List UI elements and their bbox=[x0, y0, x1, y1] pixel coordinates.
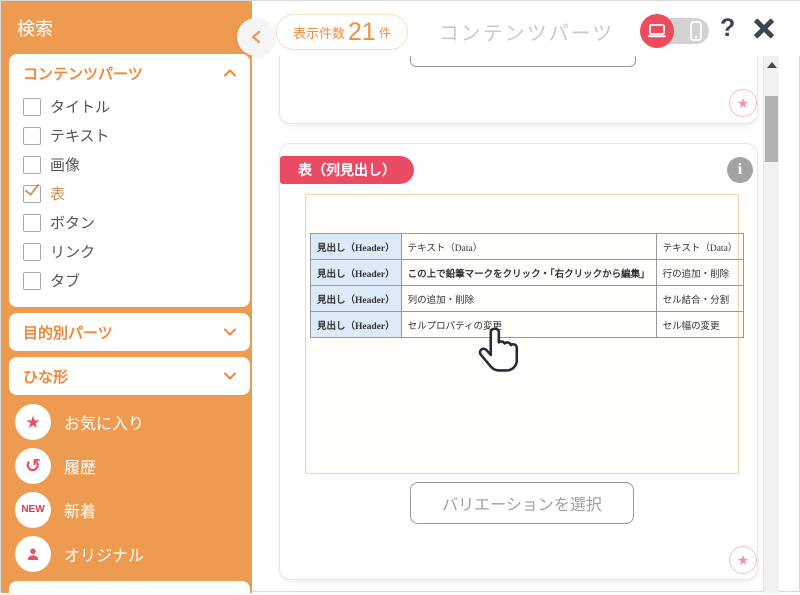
checkbox-label: タイトル bbox=[50, 96, 110, 117]
sidebar-bottom-panel bbox=[9, 581, 250, 595]
part-card-table-column-header: 表（列見出し） i 見出し（Header）テキスト（Data）テキスト（Data… bbox=[279, 143, 758, 580]
checkbox-label: 表 bbox=[50, 183, 65, 204]
section-content-parts-header[interactable]: コンテンツパーツ bbox=[9, 54, 250, 92]
table-data-cell: セル結合・分割 bbox=[656, 286, 744, 312]
sidebar-item-new[interactable]: NEW 新着 bbox=[15, 492, 252, 528]
table-data-cell: セルプロパティの変更 bbox=[401, 312, 656, 338]
variation-select-button[interactable]: バリエーションを選択 bbox=[410, 482, 634, 524]
close-button[interactable] bbox=[753, 18, 775, 40]
checkbox-icon[interactable] bbox=[23, 98, 41, 116]
table-data-cell: セル幅の変更 bbox=[656, 312, 744, 338]
chevron-left-icon bbox=[251, 30, 261, 44]
checkbox-icon[interactable] bbox=[23, 272, 41, 290]
checkbox-item-text[interactable]: テキスト bbox=[9, 121, 250, 150]
section-label: 目的別パーツ bbox=[23, 322, 113, 343]
sidebar-item-label: オリジナル bbox=[64, 542, 144, 566]
checkbox-icon[interactable] bbox=[23, 156, 41, 174]
chevron-up-icon[interactable] bbox=[224, 69, 236, 77]
preview-table: 見出し（Header）テキスト（Data）テキスト（Data）見出し（Heade… bbox=[310, 233, 744, 338]
checkbox-label: タブ bbox=[50, 270, 80, 291]
checkbox-item-link[interactable]: リンク bbox=[9, 237, 250, 266]
content-parts-dialog: 検索 コンテンツパーツ タイトルテキスト画像表ボタンリンクタブ 目的別パーツ bbox=[0, 0, 800, 592]
checkbox-list: タイトルテキスト画像表ボタンリンクタブ bbox=[9, 92, 250, 295]
table-header-cell: 見出し（Header） bbox=[311, 286, 402, 312]
table-row: 見出し（Header）セルプロパティの変更セル幅の変更 bbox=[311, 312, 744, 338]
sidebar-item-label: お気に入り bbox=[64, 410, 144, 434]
count-label: 表示件数 bbox=[293, 23, 345, 42]
favorite-button[interactable]: ★ bbox=[729, 546, 757, 574]
checkbox-label: ボタン bbox=[50, 212, 95, 233]
scrollbar-thumb[interactable] bbox=[765, 96, 778, 162]
mobile-icon[interactable] bbox=[689, 19, 703, 43]
chevron-down-icon[interactable] bbox=[224, 372, 236, 380]
section-label: コンテンツパーツ bbox=[23, 63, 143, 84]
table-header-cell: 見出し（Header） bbox=[311, 312, 402, 338]
section-templates: ひな形 bbox=[9, 357, 250, 395]
display-count-pill: 表示件数 21 件 bbox=[276, 14, 408, 50]
part-preview[interactable]: 見出し（Header）テキスト（Data）テキスト（Data）見出し（Heade… bbox=[305, 194, 739, 474]
table-header-cell: 見出し（Header） bbox=[311, 234, 402, 260]
checkbox-item-table[interactable]: 表 bbox=[9, 179, 250, 208]
table-row: 見出し（Header）この上で鉛筆マークをクリック・「右クリックから編集」行の追… bbox=[311, 260, 744, 286]
section-purpose-parts: 目的別パーツ bbox=[9, 313, 250, 351]
person-icon bbox=[15, 536, 51, 572]
info-button[interactable]: i bbox=[727, 157, 753, 183]
table-data-cell: 行の追加・削除 bbox=[656, 260, 744, 286]
section-purpose-parts-header[interactable]: 目的別パーツ bbox=[9, 313, 250, 351]
star-icon: ★ bbox=[737, 552, 750, 569]
checkbox-icon[interactable] bbox=[23, 127, 41, 145]
sidebar-title: 検索 bbox=[17, 15, 53, 41]
count-value: 21 bbox=[348, 20, 376, 45]
scrollbar[interactable] bbox=[763, 56, 779, 593]
section-templates-header[interactable]: ひな形 bbox=[9, 357, 250, 395]
checkbox-checked-icon[interactable] bbox=[23, 185, 41, 203]
search-sidebar: 検索 コンテンツパーツ タイトルテキスト画像表ボタンリンクタブ 目的別パーツ bbox=[1, 1, 252, 593]
checkbox-item-image[interactable]: 画像 bbox=[9, 150, 250, 179]
checkbox-icon[interactable] bbox=[23, 243, 41, 261]
help-button[interactable]: ? bbox=[720, 14, 735, 43]
favorite-button[interactable]: ★ bbox=[729, 89, 757, 117]
checkbox-item-title[interactable]: タイトル bbox=[9, 92, 250, 121]
sidebar-item-history[interactable]: ↺ 履歴 bbox=[15, 448, 252, 484]
sidebar-collapse-button[interactable] bbox=[237, 18, 275, 56]
table-data-cell: テキスト（Data） bbox=[401, 234, 656, 260]
count-unit: 件 bbox=[379, 24, 391, 41]
sidebar-item-label: 新着 bbox=[64, 498, 96, 522]
sidebar-item-original[interactable]: オリジナル bbox=[15, 536, 252, 572]
sidebar-menu: ★ お気に入り ↺ 履歴 NEW 新着オリジナル bbox=[1, 404, 252, 580]
table-data-cell: テキスト（Data） bbox=[656, 234, 744, 260]
desktop-icon bbox=[647, 23, 667, 39]
hand-cursor-icon bbox=[478, 326, 520, 378]
checkbox-label: リンク bbox=[50, 241, 95, 262]
desktop-toggle-button[interactable] bbox=[640, 14, 674, 48]
sidebar-item-label: 履歴 bbox=[64, 454, 96, 478]
chevron-down-icon[interactable] bbox=[224, 328, 236, 336]
preview-table-body: 見出し（Header）テキスト（Data）テキスト（Data）見出し（Heade… bbox=[311, 234, 744, 338]
table-data-cell: この上で鉛筆マークをクリック・「右クリックから編集」 bbox=[401, 260, 656, 286]
checkbox-label: テキスト bbox=[50, 125, 110, 146]
section-content-parts: コンテンツパーツ タイトルテキスト画像表ボタンリンクタブ bbox=[9, 54, 250, 307]
checkbox-item-tab[interactable]: タブ bbox=[9, 266, 250, 295]
history-icon: ↺ bbox=[15, 448, 51, 484]
checkbox-item-button[interactable]: ボタン bbox=[9, 208, 250, 237]
checkbox-icon[interactable] bbox=[23, 214, 41, 232]
star-icon: ★ bbox=[737, 95, 750, 112]
star-icon: ★ bbox=[15, 404, 51, 440]
part-name-badge: 表（列見出し） bbox=[280, 156, 414, 184]
section-label: ひな形 bbox=[23, 366, 68, 387]
checkbox-label: 画像 bbox=[50, 154, 80, 175]
sidebar-item-favorites[interactable]: ★ お気に入り bbox=[15, 404, 252, 440]
dialog-header: 表示件数 21 件 コンテンツパーツ ? bbox=[252, 1, 800, 56]
table-header-cell: 見出し（Header） bbox=[311, 260, 402, 286]
new-badge-icon: NEW bbox=[15, 492, 51, 528]
table-row: 見出し（Header）列の追加・削除セル結合・分割 bbox=[311, 286, 744, 312]
info-icon: i bbox=[738, 161, 742, 179]
table-data-cell: 列の追加・削除 bbox=[401, 286, 656, 312]
scroll-up-button[interactable] bbox=[767, 62, 777, 68]
table-row: 見出し（Header）テキスト（Data）テキスト（Data） bbox=[311, 234, 744, 260]
